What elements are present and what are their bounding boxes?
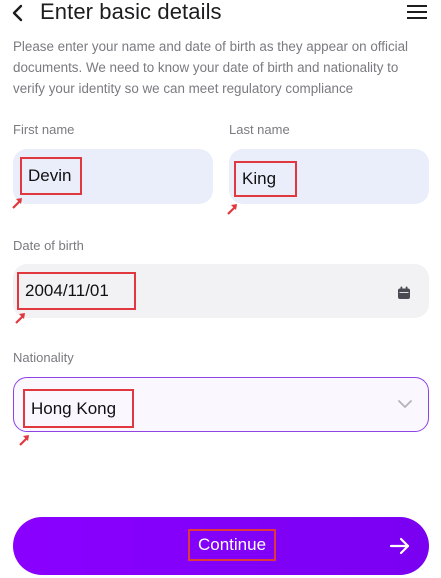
- annotation-arrow-icon: [12, 198, 22, 209]
- intro-text: Please enter your name and date of birth…: [13, 39, 409, 96]
- annotation-arrow-icon: [19, 435, 29, 446]
- continue-button[interactable]: Continue: [13, 517, 429, 575]
- chevron-down-icon[interactable]: [397, 398, 413, 410]
- first-name-label: First name: [13, 122, 75, 137]
- arrow-right-icon: [389, 537, 410, 555]
- page-title: Enter basic details: [40, 0, 222, 24]
- first-name-value[interactable]: Devin: [20, 157, 82, 195]
- date-of-birth-value[interactable]: 2004/11/01: [17, 272, 136, 310]
- annotation-arrow-icon: [227, 204, 237, 215]
- continue-button-label: Continue: [188, 529, 277, 561]
- annotation-arrow-icon: [15, 313, 25, 324]
- hamburger-menu-icon[interactable]: [407, 4, 427, 20]
- nationality-label: Nationality: [13, 350, 74, 365]
- date-of-birth-label: Date of birth: [13, 238, 84, 253]
- header-bar: Enter basic details: [0, 0, 441, 28]
- last-name-value[interactable]: King: [234, 161, 297, 197]
- chevron-left-icon[interactable]: [10, 3, 28, 23]
- nationality-value[interactable]: Hong Kong: [23, 389, 134, 428]
- calendar-icon[interactable]: [397, 286, 411, 300]
- last-name-label: Last name: [229, 122, 290, 137]
